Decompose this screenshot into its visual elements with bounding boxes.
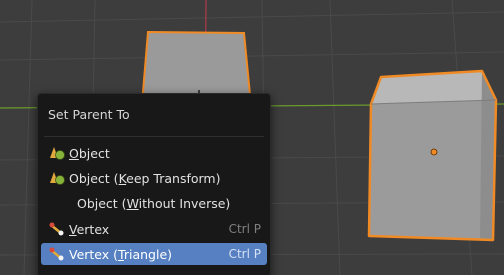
menu-title: Set Parent To (48, 107, 130, 122)
menu-item-label: Object (Keep Transform) (69, 170, 221, 186)
vertex-parent-icon (45, 220, 69, 238)
object-parent-icon (45, 144, 69, 162)
menu-item-label: Vertex (Triangle) (69, 246, 173, 262)
menu-item-object[interactable]: Object (41, 142, 267, 164)
menu-item-vertex[interactable]: Vertex Ctrl P (41, 218, 267, 240)
right-cube[interactable] (367, 69, 498, 242)
menu-item-label: Object (Without Inverse) (77, 195, 231, 211)
set-parent-menu: Set Parent To Object Object (Keep Transf… (37, 93, 271, 275)
menu-separator (44, 136, 264, 137)
object-origin-dot (430, 148, 438, 156)
menu-item-label: Object (69, 145, 110, 161)
menu-item-vertex-triangle[interactable]: Vertex (Triangle) Ctrl P (41, 243, 267, 265)
menu-item-label: Vertex (69, 221, 110, 237)
vertex-parent-icon (45, 245, 69, 263)
3d-viewport[interactable]: Set Parent To Object Object (Keep Transf… (0, 0, 504, 275)
object-parent-icon (45, 169, 69, 187)
menu-item-shortcut: Ctrl P (228, 247, 261, 261)
menu-item-shortcut: Ctrl P (228, 222, 261, 236)
menu-item-object-keep-transform[interactable]: Object (Keep Transform) (41, 167, 267, 189)
menu-item-object-without-inverse[interactable]: Object (Without Inverse) (41, 192, 267, 214)
